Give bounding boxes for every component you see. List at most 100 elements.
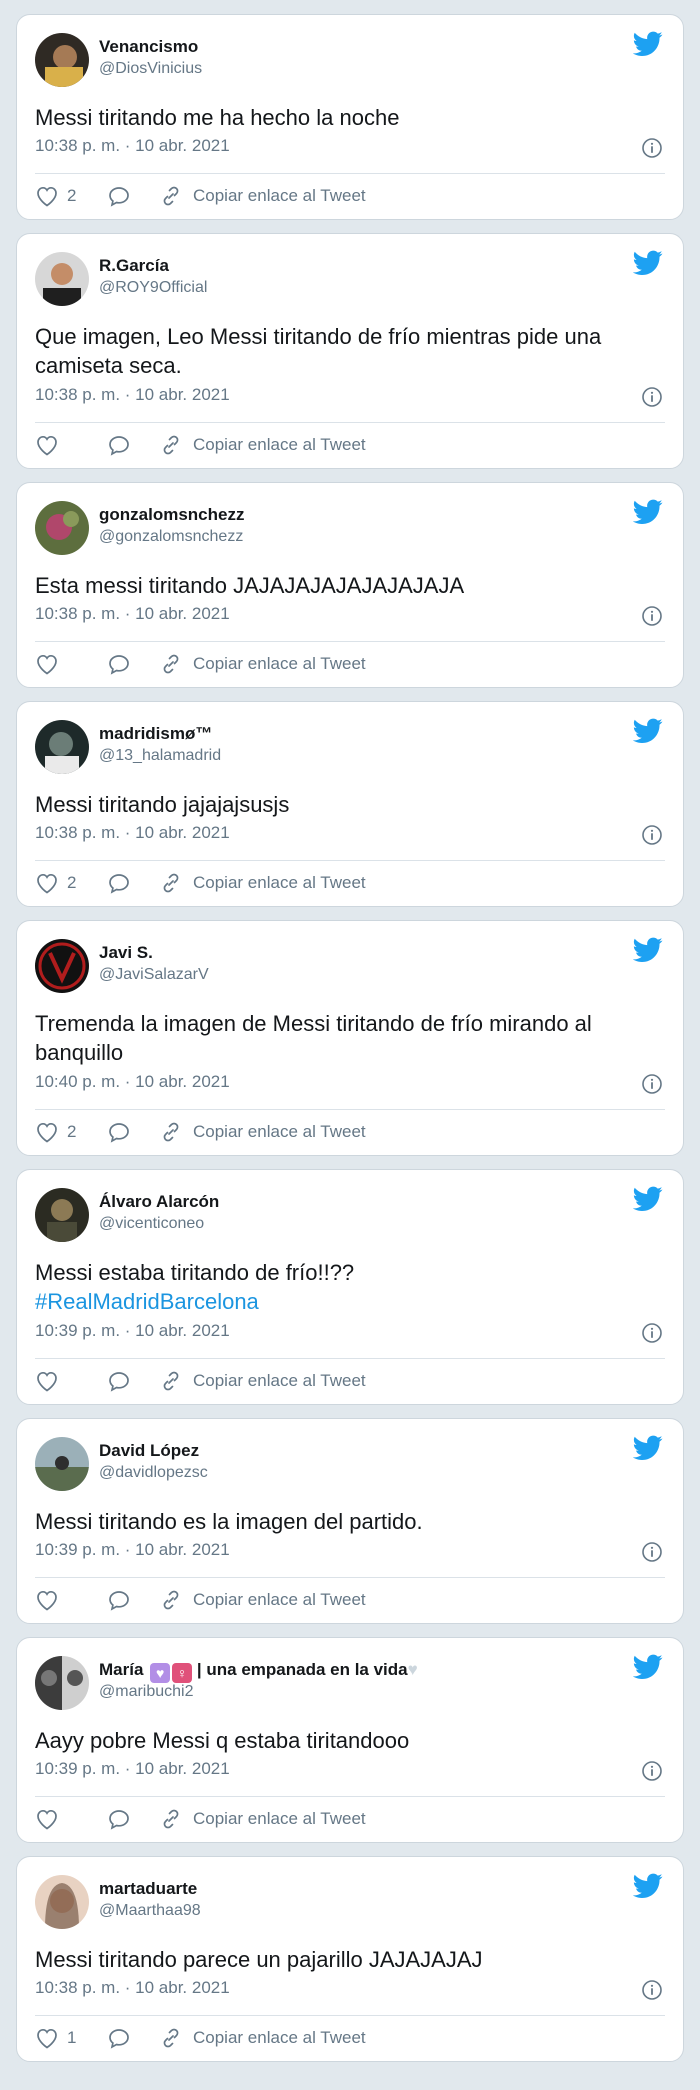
tweet-card[interactable]: madridismø™ @13_halamadrid Messi tiritan… [16,701,684,907]
copy-link-button[interactable]: Copiar enlace al Tweet [159,184,366,208]
heart-outline-icon [37,1590,57,1611]
info-icon[interactable] [641,1073,663,1095]
timestamp[interactable]: 10:39 p. m. · 10 abr. 2021 [35,1759,230,1779]
like-button[interactable] [35,653,81,675]
twitter-bird-icon[interactable] [633,718,663,744]
info-icon[interactable] [641,137,663,159]
speech-bubble-icon[interactable] [107,2027,131,2049]
info-icon[interactable] [641,1979,663,2001]
tweet-card[interactable]: Álvaro Alarcón @vicenticoneo Messi estab… [16,1169,684,1405]
speech-bubble-icon[interactable] [107,1589,131,1611]
copy-link-label: Copiar enlace al Tweet [193,1590,366,1609]
twitter-bird-icon[interactable] [633,1435,663,1461]
copy-link-button[interactable]: Copiar enlace al Tweet [159,1369,366,1393]
user-handle[interactable]: @Maarthaa98 [99,1902,201,1920]
tweet-card[interactable]: martaduarte @Maarthaa98 Messi tiritando … [16,1856,684,2062]
speech-bubble-icon[interactable] [107,872,131,894]
copy-link-button[interactable]: Copiar enlace al Tweet [159,433,366,457]
tweet-card[interactable]: Venancismo @DiosVinicius Messi tiritando… [16,14,684,220]
like-button[interactable]: 2 [35,1121,81,1143]
tweet-text-body: Messi estaba tiritando de frío!!?? [35,1260,355,1285]
like-button[interactable]: 1 [35,2027,81,2049]
copy-link-button[interactable]: Copiar enlace al Tweet [159,1807,366,1831]
user-handle[interactable]: @maribuchi2 [99,1683,194,1701]
heart-outline-icon [37,654,57,675]
avatar[interactable] [35,1875,89,1929]
tweet-text: Messi estaba tiritando de frío!!?? #Real… [35,1258,661,1316]
tweet-actions: Copiar enlace al Tweet [35,1366,665,1396]
avatar[interactable] [35,720,89,774]
like-button[interactable]: 2 [35,872,81,894]
display-name[interactable]: madridismø™ [99,724,212,744]
copy-link-button[interactable]: Copiar enlace al Tweet [159,652,366,676]
timestamp[interactable]: 10:39 p. m. · 10 abr. 2021 [35,1540,230,1560]
user-handle[interactable]: @ROY9Official [99,279,207,297]
display-name[interactable]: María ♥ ♀ | una empanada en la vida♥ [99,1660,418,1683]
like-button[interactable] [35,1370,81,1392]
display-name[interactable]: Venancismo [99,37,198,57]
avatar[interactable] [35,252,89,306]
tweet-card[interactable]: gonzalomsnchezz @gonzalomsnchezz Esta me… [16,482,684,688]
timestamp[interactable]: 10:38 p. m. · 10 abr. 2021 [35,136,230,156]
user-handle[interactable]: @JaviSalazarV [99,966,209,984]
display-name[interactable]: R.García [99,256,169,276]
display-name[interactable]: Álvaro Alarcón [99,1192,219,1212]
like-button[interactable] [35,1808,81,1830]
tweet-actions: Copiar enlace al Tweet [35,1804,665,1834]
tweet-card[interactable]: David López @davidlopezsc Messi tiritand… [16,1418,684,1624]
speech-bubble-icon[interactable] [107,434,131,456]
copy-link-button[interactable]: Copiar enlace al Tweet [159,2026,366,2050]
info-icon[interactable] [641,824,663,846]
display-name[interactable]: Javi S. [99,943,153,963]
tweet-card[interactable]: María ♥ ♀ | una empanada en la vida♥ @mar… [16,1637,684,1843]
twitter-bird-icon[interactable] [633,31,663,57]
timestamp[interactable]: 10:38 p. m. · 10 abr. 2021 [35,823,230,843]
like-button[interactable] [35,434,81,456]
avatar[interactable] [35,33,89,87]
display-name[interactable]: David López [99,1441,199,1461]
avatar[interactable] [35,1437,89,1491]
display-name[interactable]: martaduarte [99,1879,197,1899]
avatar[interactable] [35,1188,89,1242]
speech-bubble-icon[interactable] [107,1808,131,1830]
timestamp[interactable]: 10:38 p. m. · 10 abr. 2021 [35,604,230,624]
twitter-bird-icon[interactable] [633,1654,663,1680]
user-handle[interactable]: @gonzalomsnchezz [99,528,243,546]
info-icon[interactable] [641,386,663,408]
twitter-bird-icon[interactable] [633,1873,663,1899]
copy-link-button[interactable]: Copiar enlace al Tweet [159,871,366,895]
timestamp[interactable]: 10:40 p. m. · 10 abr. 2021 [35,1072,230,1092]
info-icon[interactable] [641,1760,663,1782]
speech-bubble-icon[interactable] [107,653,131,675]
twitter-bird-icon[interactable] [633,250,663,276]
timestamp[interactable]: 10:38 p. m. · 10 abr. 2021 [35,1978,230,1998]
avatar[interactable] [35,501,89,555]
speech-bubble-icon[interactable] [107,1370,131,1392]
timestamp[interactable]: 10:39 p. m. · 10 abr. 2021 [35,1321,230,1341]
divider [35,1796,665,1797]
twitter-bird-icon[interactable] [633,1186,663,1212]
user-handle[interactable]: @13_halamadrid [99,747,221,765]
speech-bubble-icon[interactable] [107,185,131,207]
twitter-bird-icon[interactable] [633,499,663,525]
twitter-bird-icon[interactable] [633,937,663,963]
info-icon[interactable] [641,1541,663,1563]
copy-link-button[interactable]: Copiar enlace al Tweet [159,1588,366,1612]
avatar[interactable] [35,1656,89,1710]
info-icon[interactable] [641,1322,663,1344]
speech-bubble-icon[interactable] [107,1121,131,1143]
user-handle[interactable]: @DiosVinicius [99,60,202,78]
like-button[interactable] [35,1589,81,1611]
like-button[interactable]: 2 [35,185,81,207]
copy-link-button[interactable]: Copiar enlace al Tweet [159,1120,366,1144]
tweet-card[interactable]: R.García @ROY9Official Que imagen, Leo M… [16,233,684,469]
display-name[interactable]: gonzalomsnchezz [99,505,244,525]
chain-link-icon [163,435,179,455]
timestamp[interactable]: 10:38 p. m. · 10 abr. 2021 [35,385,230,405]
hashtag-link[interactable]: #RealMadridBarcelona [35,1289,259,1314]
user-handle[interactable]: @davidlopezsc [99,1464,208,1482]
avatar[interactable] [35,939,89,993]
user-handle[interactable]: @vicenticoneo [99,1215,204,1233]
tweet-card[interactable]: Javi S. @JaviSalazarV Tremenda la imagen… [16,920,684,1156]
info-icon[interactable] [641,605,663,627]
